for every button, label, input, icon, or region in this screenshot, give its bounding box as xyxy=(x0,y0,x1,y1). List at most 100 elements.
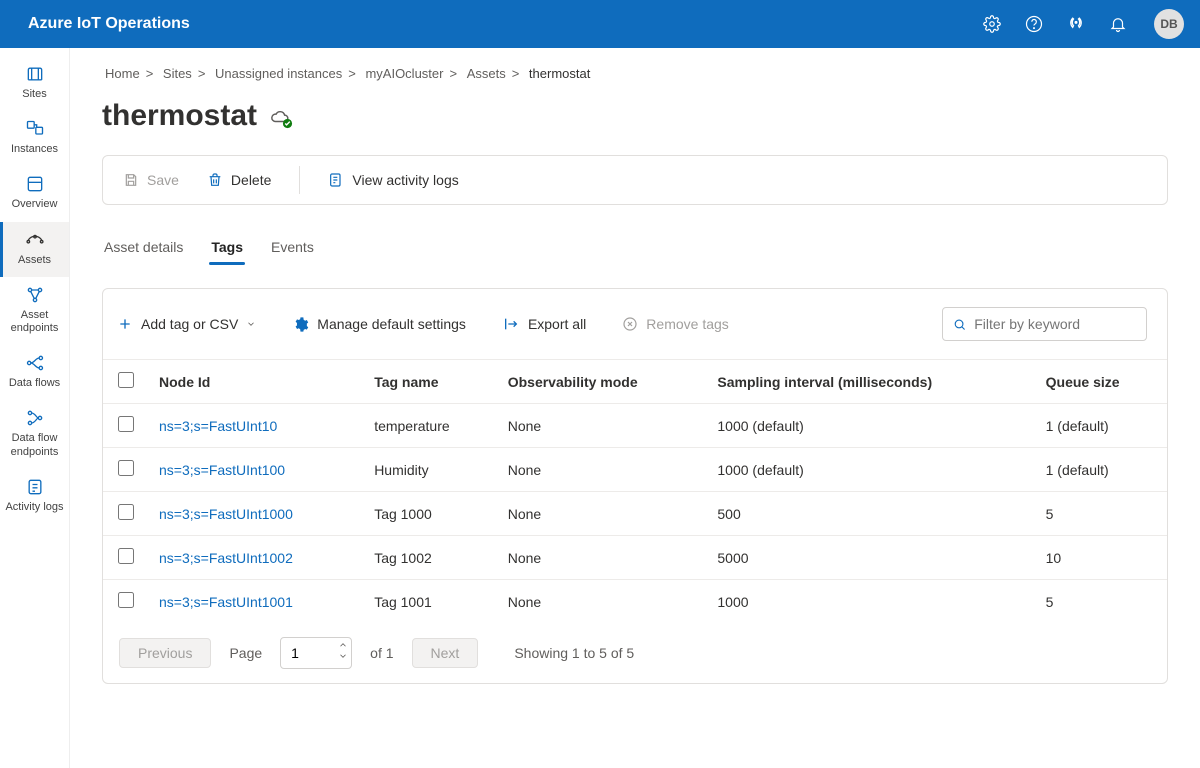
filter-input[interactable] xyxy=(974,316,1136,332)
delete-button[interactable]: Delete xyxy=(207,172,271,188)
sidebar-item-label: Data flow endpoints xyxy=(4,432,65,458)
table-row: ns=3;s=FastUInt1002Tag 1002None500010 xyxy=(103,536,1167,580)
top-bar: Azure IoT Operations DB xyxy=(0,0,1200,48)
remove-tags-button: Remove tags xyxy=(622,316,728,332)
cloud-status-icon xyxy=(269,105,291,127)
node-id-link[interactable]: ns=3;s=FastUInt100 xyxy=(159,462,285,478)
save-icon xyxy=(123,172,139,188)
col-node-id[interactable]: Node Id xyxy=(149,360,364,404)
stepper-up-icon[interactable] xyxy=(338,640,348,650)
export-icon xyxy=(502,316,520,332)
add-tag-button[interactable]: Add tag or CSV xyxy=(117,316,256,332)
sidebar-item-label: Asset endpoints xyxy=(4,309,65,335)
tab-asset-details[interactable]: Asset details xyxy=(102,233,185,265)
remove-icon xyxy=(622,316,638,332)
sidebar-item-instances[interactable]: Instances xyxy=(0,111,69,166)
sidebar-item-activity-logs[interactable]: Activity logs xyxy=(0,469,69,524)
select-all-checkbox[interactable] xyxy=(118,372,134,388)
sidebar-item-label: Instances xyxy=(11,143,58,156)
notifications-icon[interactable] xyxy=(1106,12,1130,36)
settings-icon[interactable] xyxy=(980,12,1004,36)
col-queue[interactable]: Queue size xyxy=(1036,360,1167,404)
sidebar-item-overview[interactable]: Overview xyxy=(0,166,69,221)
toolbar: Add tag or CSV Manage default settings E… xyxy=(103,289,1167,359)
sidebar-item-label: Assets xyxy=(18,254,51,267)
row-checkbox[interactable] xyxy=(118,416,134,432)
manage-defaults-button[interactable]: Manage default settings xyxy=(292,316,466,333)
cell-obs-mode: None xyxy=(498,536,708,580)
col-obs-mode[interactable]: Observability mode xyxy=(498,360,708,404)
help-icon[interactable] xyxy=(1022,12,1046,36)
main-content: Home> Sites> Unassigned instances> myAIO… xyxy=(70,48,1200,768)
node-id-link[interactable]: ns=3;s=FastUInt1002 xyxy=(159,550,293,566)
of-label: of 1 xyxy=(370,645,393,661)
asset-endpoints-icon xyxy=(25,285,45,305)
topbar-right: DB xyxy=(980,9,1184,39)
row-checkbox[interactable] xyxy=(118,592,134,608)
pager: Previous Page of 1 Next Showing 1 to 5 o… xyxy=(103,623,1167,683)
cell-tag-name: Tag 1001 xyxy=(364,580,498,624)
cell-interval: 1000 xyxy=(707,580,1035,624)
crumb-current: thermostat xyxy=(529,66,590,81)
cell-queue: 5 xyxy=(1036,492,1167,536)
assets-icon xyxy=(25,230,45,250)
cell-queue: 1 (default) xyxy=(1036,404,1167,448)
node-id-link[interactable]: ns=3;s=FastUInt1001 xyxy=(159,594,293,610)
node-id-link[interactable]: ns=3;s=FastUInt1000 xyxy=(159,506,293,522)
add-tag-label: Add tag or CSV xyxy=(141,316,238,332)
avatar[interactable]: DB xyxy=(1154,9,1184,39)
crumb-cluster[interactable]: myAIOcluster xyxy=(365,66,443,81)
crumb-assets[interactable]: Assets xyxy=(467,66,506,81)
sidebar-item-data-flow-endpoints[interactable]: Data flow endpoints xyxy=(0,400,69,468)
col-interval[interactable]: Sampling interval (milliseconds) xyxy=(707,360,1035,404)
tags-card: Add tag or CSV Manage default settings E… xyxy=(102,288,1168,684)
sidebar: Sites Instances Overview Assets Asset en… xyxy=(0,48,70,768)
crumb-sites[interactable]: Sites xyxy=(163,66,192,81)
page-title: thermostat xyxy=(102,99,257,133)
row-checkbox[interactable] xyxy=(118,504,134,520)
delete-label: Delete xyxy=(231,172,271,188)
data-flow-endpoints-icon xyxy=(25,408,45,428)
filter-box[interactable] xyxy=(942,307,1147,341)
table-row: ns=3;s=FastUInt10temperatureNone1000 (de… xyxy=(103,404,1167,448)
sidebar-item-sites[interactable]: Sites xyxy=(0,56,69,111)
search-icon xyxy=(953,317,966,332)
crumb-unassigned[interactable]: Unassigned instances xyxy=(215,66,342,81)
tags-table: Node Id Tag name Observability mode Samp… xyxy=(103,359,1167,623)
row-checkbox[interactable] xyxy=(118,548,134,564)
export-all-button[interactable]: Export all xyxy=(502,316,586,332)
row-checkbox[interactable] xyxy=(118,460,134,476)
diagnostics-icon[interactable] xyxy=(1064,12,1088,36)
sidebar-item-assets[interactable]: Assets xyxy=(0,222,69,277)
save-button: Save xyxy=(123,172,179,188)
page-label: Page xyxy=(229,645,262,661)
col-tag-name[interactable]: Tag name xyxy=(364,360,498,404)
remove-label: Remove tags xyxy=(646,316,728,332)
cell-queue: 10 xyxy=(1036,536,1167,580)
cell-tag-name: temperature xyxy=(364,404,498,448)
sidebar-item-data-flows[interactable]: Data flows xyxy=(0,345,69,400)
node-id-link[interactable]: ns=3;s=FastUInt10 xyxy=(159,418,277,434)
data-flows-icon xyxy=(25,353,45,373)
cell-tag-name: Tag 1000 xyxy=(364,492,498,536)
activity-icon xyxy=(328,172,344,188)
tab-events[interactable]: Events xyxy=(269,233,316,265)
crumb-home[interactable]: Home xyxy=(105,66,140,81)
tab-tags[interactable]: Tags xyxy=(209,233,245,265)
table-row: ns=3;s=FastUInt100HumidityNone1000 (defa… xyxy=(103,448,1167,492)
view-activity-button[interactable]: View activity logs xyxy=(328,172,458,188)
manage-label: Manage default settings xyxy=(317,316,466,332)
cell-obs-mode: None xyxy=(498,404,708,448)
sidebar-item-label: Activity logs xyxy=(5,501,63,514)
sidebar-item-label: Sites xyxy=(22,88,46,101)
breadcrumb: Home> Sites> Unassigned instances> myAIO… xyxy=(102,66,1168,81)
action-bar: Save Delete View activity logs xyxy=(102,155,1168,205)
table-row: ns=3;s=FastUInt1001Tag 1001None10005 xyxy=(103,580,1167,624)
sidebar-item-asset-endpoints[interactable]: Asset endpoints xyxy=(0,277,69,345)
stepper-down-icon[interactable] xyxy=(338,651,348,661)
sidebar-item-label: Data flows xyxy=(9,377,60,390)
cell-tag-name: Humidity xyxy=(364,448,498,492)
divider xyxy=(299,166,300,194)
next-button[interactable]: Next xyxy=(412,638,479,668)
previous-button[interactable]: Previous xyxy=(119,638,211,668)
